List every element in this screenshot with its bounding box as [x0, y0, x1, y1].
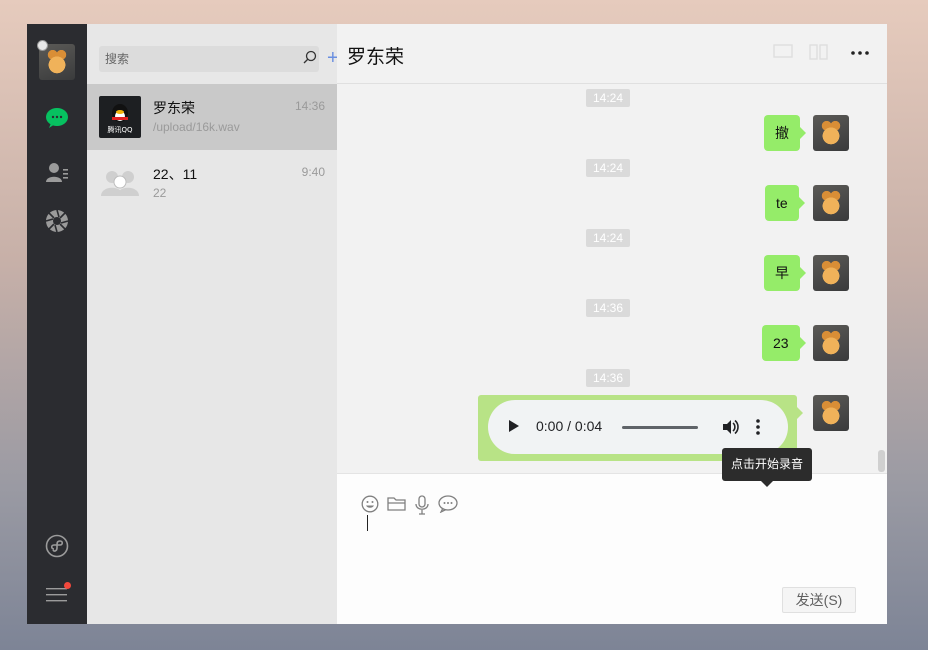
conversation-time: 14:36: [294, 99, 325, 113]
message-bubble[interactable]: 撤: [764, 115, 806, 151]
search-input[interactable]: [105, 49, 295, 69]
conversation-item[interactable]: 22、11 22 9:40: [87, 150, 337, 216]
message-bubble[interactable]: 23: [762, 325, 806, 361]
conversation-item[interactable]: 腾讯QQ 罗东荣 /upload/16k.wav 14:36: [87, 84, 337, 150]
message-input[interactable]: [361, 512, 861, 582]
message-avatar[interactable]: [813, 185, 849, 221]
chat-title: 罗东荣: [347, 47, 405, 68]
chat-icon[interactable]: [45, 106, 69, 130]
play-icon[interactable]: [508, 419, 520, 433]
message-avatar[interactable]: [813, 395, 849, 431]
audio-more-icon[interactable]: [756, 418, 760, 436]
conversation-preview: 22: [153, 186, 167, 200]
message-bubble[interactable]: 早: [764, 255, 806, 291]
chat-header: 罗东荣: [337, 24, 887, 84]
message-avatar[interactable]: [813, 255, 849, 291]
nav-bar: [27, 24, 87, 624]
mini-program-icon[interactable]: [45, 534, 69, 558]
message-avatar[interactable]: [813, 325, 849, 361]
wechat-window: + 腾讯QQ 罗东荣 /upload/16k.wav 14:36: [27, 24, 887, 624]
qq-avatar: 腾讯QQ: [99, 96, 141, 138]
layout-icon: [809, 44, 828, 60]
conversation-time: 9:40: [301, 165, 325, 179]
conversation-name: 罗东荣: [153, 100, 195, 116]
status-dot: [37, 40, 48, 51]
record-tooltip: 点击开始录音: [722, 448, 813, 487]
svg-text:腾讯QQ: 腾讯QQ: [107, 125, 133, 134]
volume-icon[interactable]: [721, 418, 739, 436]
screen-share-icon: [773, 44, 793, 58]
conversation-name: 22、11: [153, 166, 198, 182]
group-icon: [101, 171, 139, 196]
more-icon[interactable]: [851, 51, 869, 55]
compose-panel: 发送(S): [337, 473, 887, 624]
moments-icon[interactable]: [45, 209, 69, 233]
message-timestamp: 14:36: [586, 299, 631, 317]
folder-icon[interactable]: [387, 495, 406, 513]
chat-bubble-icon[interactable]: [438, 495, 458, 513]
message-timestamp: 14:24: [586, 159, 631, 177]
contacts-icon[interactable]: [45, 160, 69, 184]
qq-penguin-icon: 腾讯QQ: [104, 104, 136, 134]
search-icon[interactable]: [303, 50, 317, 64]
scrollbar-thumb[interactable]: [878, 450, 885, 472]
message-timestamp: 14:24: [586, 89, 631, 107]
chat-pane: 罗东荣 14:24 撤 14:24 te 14:24 早 14:36 23 14…: [337, 24, 887, 624]
audio-progress-bar[interactable]: [622, 426, 698, 429]
emoji-icon[interactable]: [361, 495, 379, 513]
message-timestamp: 14:24: [586, 229, 631, 247]
message-avatar[interactable]: [813, 115, 849, 151]
notification-badge: [64, 582, 71, 589]
audio-time: 0:00 / 0:04: [536, 418, 603, 434]
message-bubble[interactable]: te: [765, 185, 805, 221]
group-avatar: [99, 162, 141, 204]
message-timestamp: 14:36: [586, 369, 631, 387]
search-box[interactable]: [99, 46, 319, 72]
conversation-list: + 腾讯QQ 罗东荣 /upload/16k.wav 14:36: [87, 24, 339, 624]
conversation-preview: /upload/16k.wav: [153, 120, 240, 134]
audio-player: 0:00 / 0:04: [488, 400, 788, 454]
send-button[interactable]: 发送(S): [782, 587, 856, 613]
